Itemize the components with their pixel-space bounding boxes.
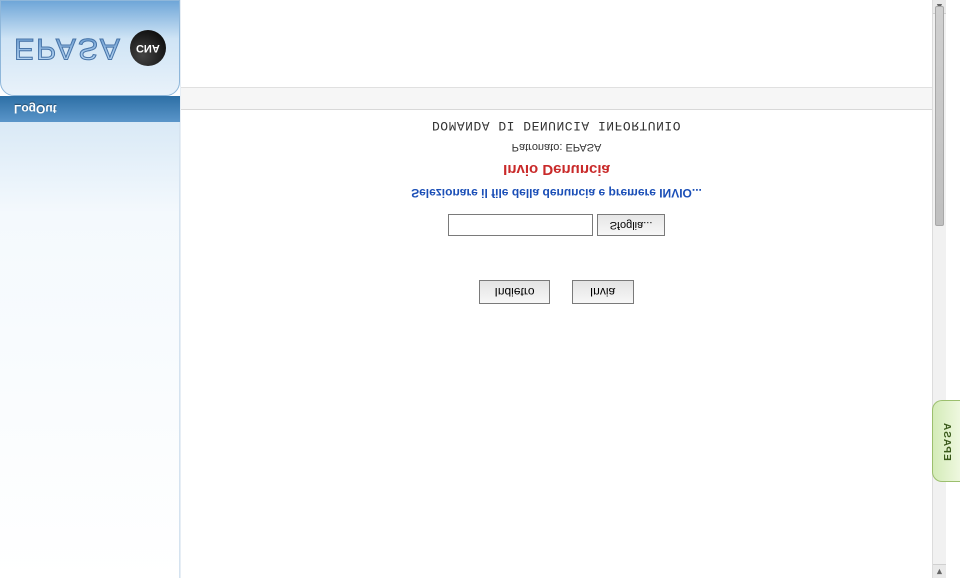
main-panel: DOMANDA DI DENUNCIA INFORTUNIO Patronato… [180,0,946,578]
patronato-line: Patronato EPASA [181,141,932,153]
sidebar-nav: LogOut [0,96,180,122]
partner-badge: CNA [130,30,166,66]
sidebar: EPASA CNA LogOut [0,0,180,578]
side-tab[interactable]: EPASA [932,400,960,482]
scroll-down-arrow[interactable]: ▼ [933,564,946,578]
section-title: Invio Denuncia [181,161,932,178]
button-row: Indietro Invia [181,280,932,304]
send-button[interactable]: Invia [572,280,634,304]
brand-name: EPASA [14,31,122,65]
file-row: Sfoglia... [181,214,932,236]
help-text: Selezionare il file della denuncia e pre… [181,186,932,200]
header-strip-secondary [181,88,946,110]
patronato-value: EPASA [565,141,601,153]
back-button[interactable]: Indietro [479,280,549,304]
content: DOMANDA DI DENUNCIA INFORTUNIO Patronato… [181,110,932,578]
logout-link[interactable]: LogOut [14,102,57,116]
sidebar-body [0,122,180,578]
header-strip [181,0,946,88]
patronato-label: Patronato [512,141,566,153]
browse-button[interactable]: Sfoglia... [597,214,666,236]
brand-logo: EPASA CNA [0,0,180,96]
page-title: DOMANDA DI DENUNCIA INFORTUNIO [181,118,932,133]
scroll-thumb[interactable] [935,6,944,226]
file-path-input[interactable] [448,214,593,236]
vertical-scrollbar[interactable]: ▲ ▼ [932,0,946,578]
side-tab-label: EPASA [941,422,952,461]
